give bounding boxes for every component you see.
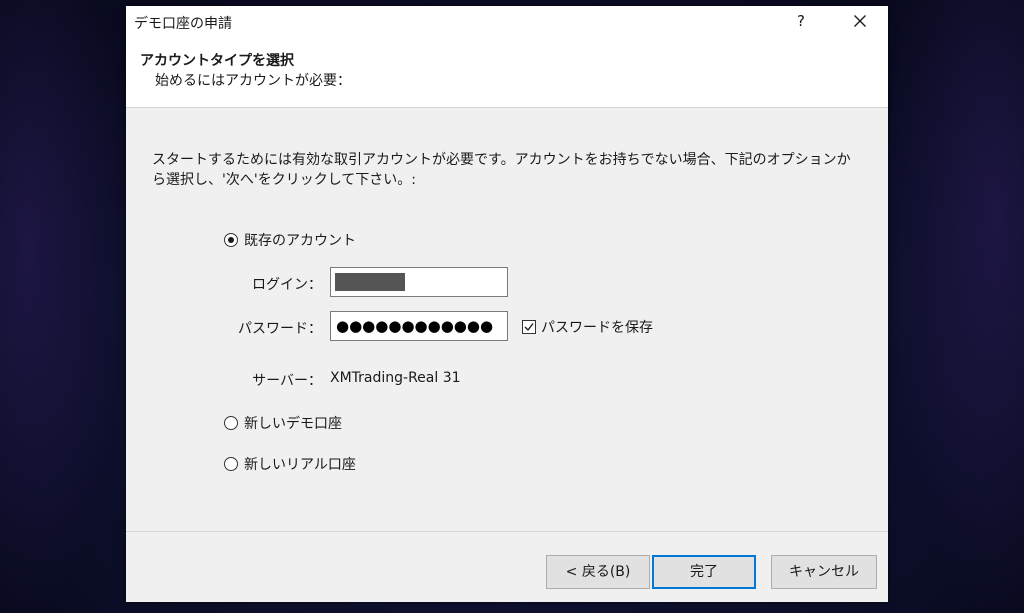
- existing-account-label: 既存のアカウント: [244, 233, 356, 249]
- server-value: XMTrading-Real 31: [330, 370, 461, 386]
- page-title: アカウントタイプを選択: [140, 53, 294, 69]
- password-value: ●●●●●●●●●●●●: [336, 317, 494, 335]
- password-input[interactable]: ●●●●●●●●●●●●: [330, 311, 508, 341]
- help-button[interactable]: ?: [786, 6, 816, 36]
- account-dialog: デモ口座の申請 ? アカウントタイプを選択 始めるにはアカウントが必要： スター…: [126, 6, 888, 602]
- save-password-label: パスワードを保存: [541, 320, 653, 336]
- new-demo-label: 新しいデモ口座: [244, 416, 342, 432]
- existing-account-option[interactable]: 既存のアカウント: [224, 230, 356, 250]
- login-label: ログイン：: [252, 277, 322, 293]
- password-label: パスワード：: [238, 321, 322, 337]
- footer-divider: [126, 531, 888, 532]
- finish-button[interactable]: 完了: [652, 555, 756, 589]
- cancel-button[interactable]: キャンセル: [771, 555, 877, 589]
- close-icon: [854, 15, 866, 27]
- new-demo-radio[interactable]: [224, 416, 238, 430]
- new-real-label: 新しいリアル口座: [244, 457, 356, 473]
- existing-account-radio[interactable]: [224, 233, 238, 247]
- back-button[interactable]: < 戻る(B): [546, 555, 650, 589]
- background-glow-right: [884, 0, 1024, 613]
- new-demo-option[interactable]: 新しいデモ口座: [224, 413, 342, 433]
- new-real-radio[interactable]: [224, 457, 238, 471]
- dialog-header: アカウントタイプを選択 始めるにはアカウントが必要：: [126, 36, 888, 108]
- server-label: サーバー：: [252, 373, 322, 389]
- new-real-option[interactable]: 新しいリアル口座: [224, 454, 356, 474]
- login-input[interactable]: [330, 267, 508, 297]
- checkmark-icon: [524, 323, 534, 332]
- window-title: デモ口座の申請: [134, 16, 232, 32]
- title-bar: デモ口座の申請 ?: [126, 6, 888, 36]
- save-password-option[interactable]: パスワードを保存: [522, 317, 653, 337]
- close-button[interactable]: [842, 6, 878, 36]
- instruction-text: スタートするためには有効な取引アカウントが必要です。アカウントをお持ちでない場合…: [152, 152, 851, 188]
- background-glow-left: [0, 0, 130, 613]
- save-password-checkbox[interactable]: [522, 320, 536, 334]
- login-redaction: [335, 273, 405, 291]
- page-subtitle: 始めるにはアカウントが必要：: [155, 73, 351, 89]
